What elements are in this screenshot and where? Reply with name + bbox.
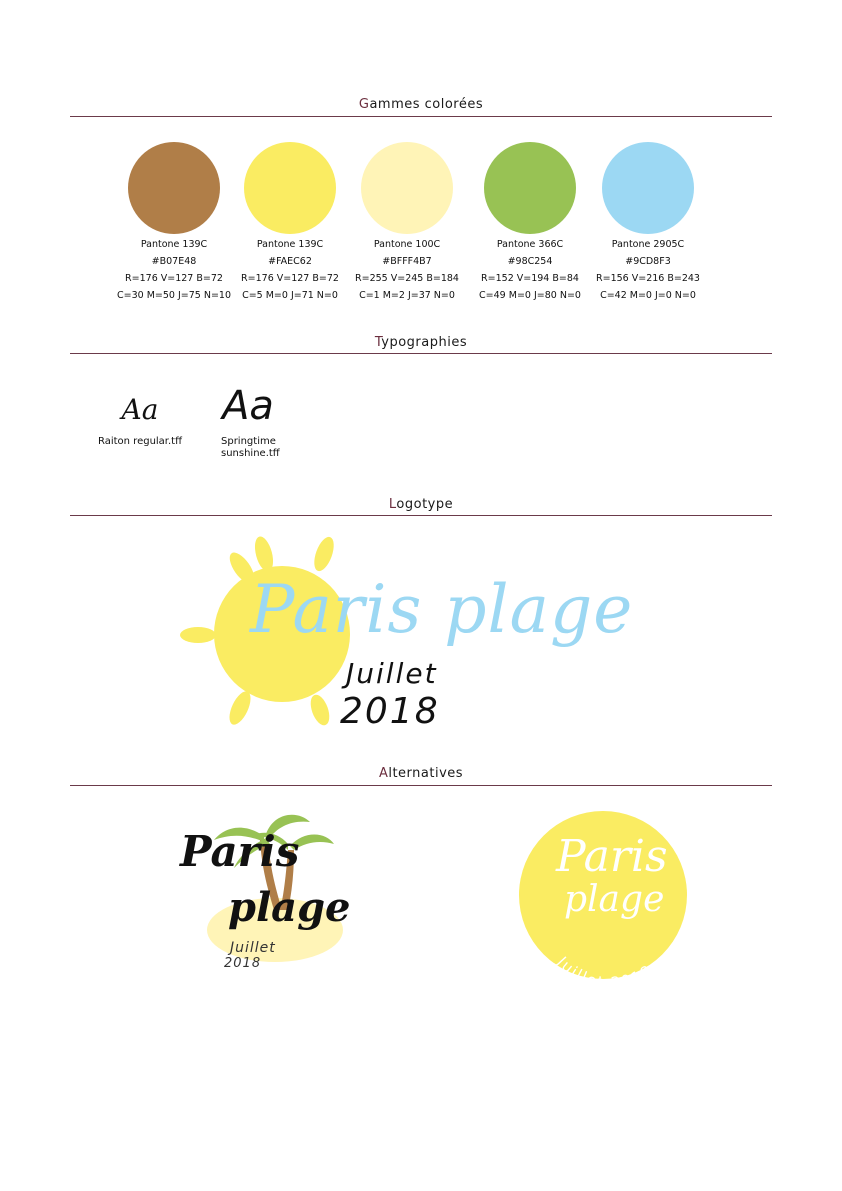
color-dot <box>361 142 453 234</box>
divider <box>70 353 772 354</box>
font-sample-raiton: Aa Raiton regular.tff <box>92 392 188 448</box>
section-title-typography: Typographies <box>374 335 468 350</box>
logo-month-text: Juillet <box>346 657 438 690</box>
alt-logo-line-2: plage <box>228 884 351 931</box>
divider <box>70 515 772 516</box>
section-title-colors: Gammes colorées <box>358 97 484 112</box>
alt-logo-year: 2018 <box>224 956 262 971</box>
color-dot <box>484 142 576 234</box>
main-logo: Paris plage Juillet 2018 <box>170 530 690 740</box>
font-glyph-sample: Aa <box>121 393 159 426</box>
rgb-label: R=156 V=216 B=243 <box>596 273 700 284</box>
color-dot <box>244 142 336 234</box>
badge-line-1: Paris <box>556 831 668 882</box>
font-sample-springtime: Aa Springtime sunshine.tff <box>200 382 296 460</box>
color-dot <box>602 142 694 234</box>
divider <box>70 785 772 786</box>
hex-label: #9CD8F3 <box>625 256 671 267</box>
font-caption: Springtime <box>221 436 276 447</box>
divider <box>70 116 772 117</box>
cmyk-label: C=42 M=0 J=0 N=0 <box>600 290 696 301</box>
font-caption: sunshine.tff <box>221 448 280 459</box>
badge-line-2: plage <box>564 879 665 920</box>
logo-year-text: 2018 <box>340 691 440 732</box>
section-title-alternatives: Alternatives <box>378 766 464 781</box>
alt-logo-badge: Juillet 2018 Paris plage <box>518 810 688 992</box>
font-caption: Raiton regular.tff <box>97 436 182 447</box>
logo-brand-text: Paris plage <box>250 571 634 648</box>
alt-logo-month: Juillet <box>230 940 276 956</box>
alt-logo-palm: Paris plage Juillet 2018 <box>170 800 360 985</box>
color-dot <box>128 142 220 234</box>
section-title-logotype: Logotype <box>388 497 454 512</box>
font-glyph-sample: Aa <box>222 383 274 429</box>
color-swatch: Pantone 2905C #9CD8F3 R=156 V=216 B=243 C=4… <box>568 142 728 304</box>
pantone-label: Pantone 2905C <box>611 239 685 250</box>
alt-logo-line-1: Paris <box>180 827 300 876</box>
